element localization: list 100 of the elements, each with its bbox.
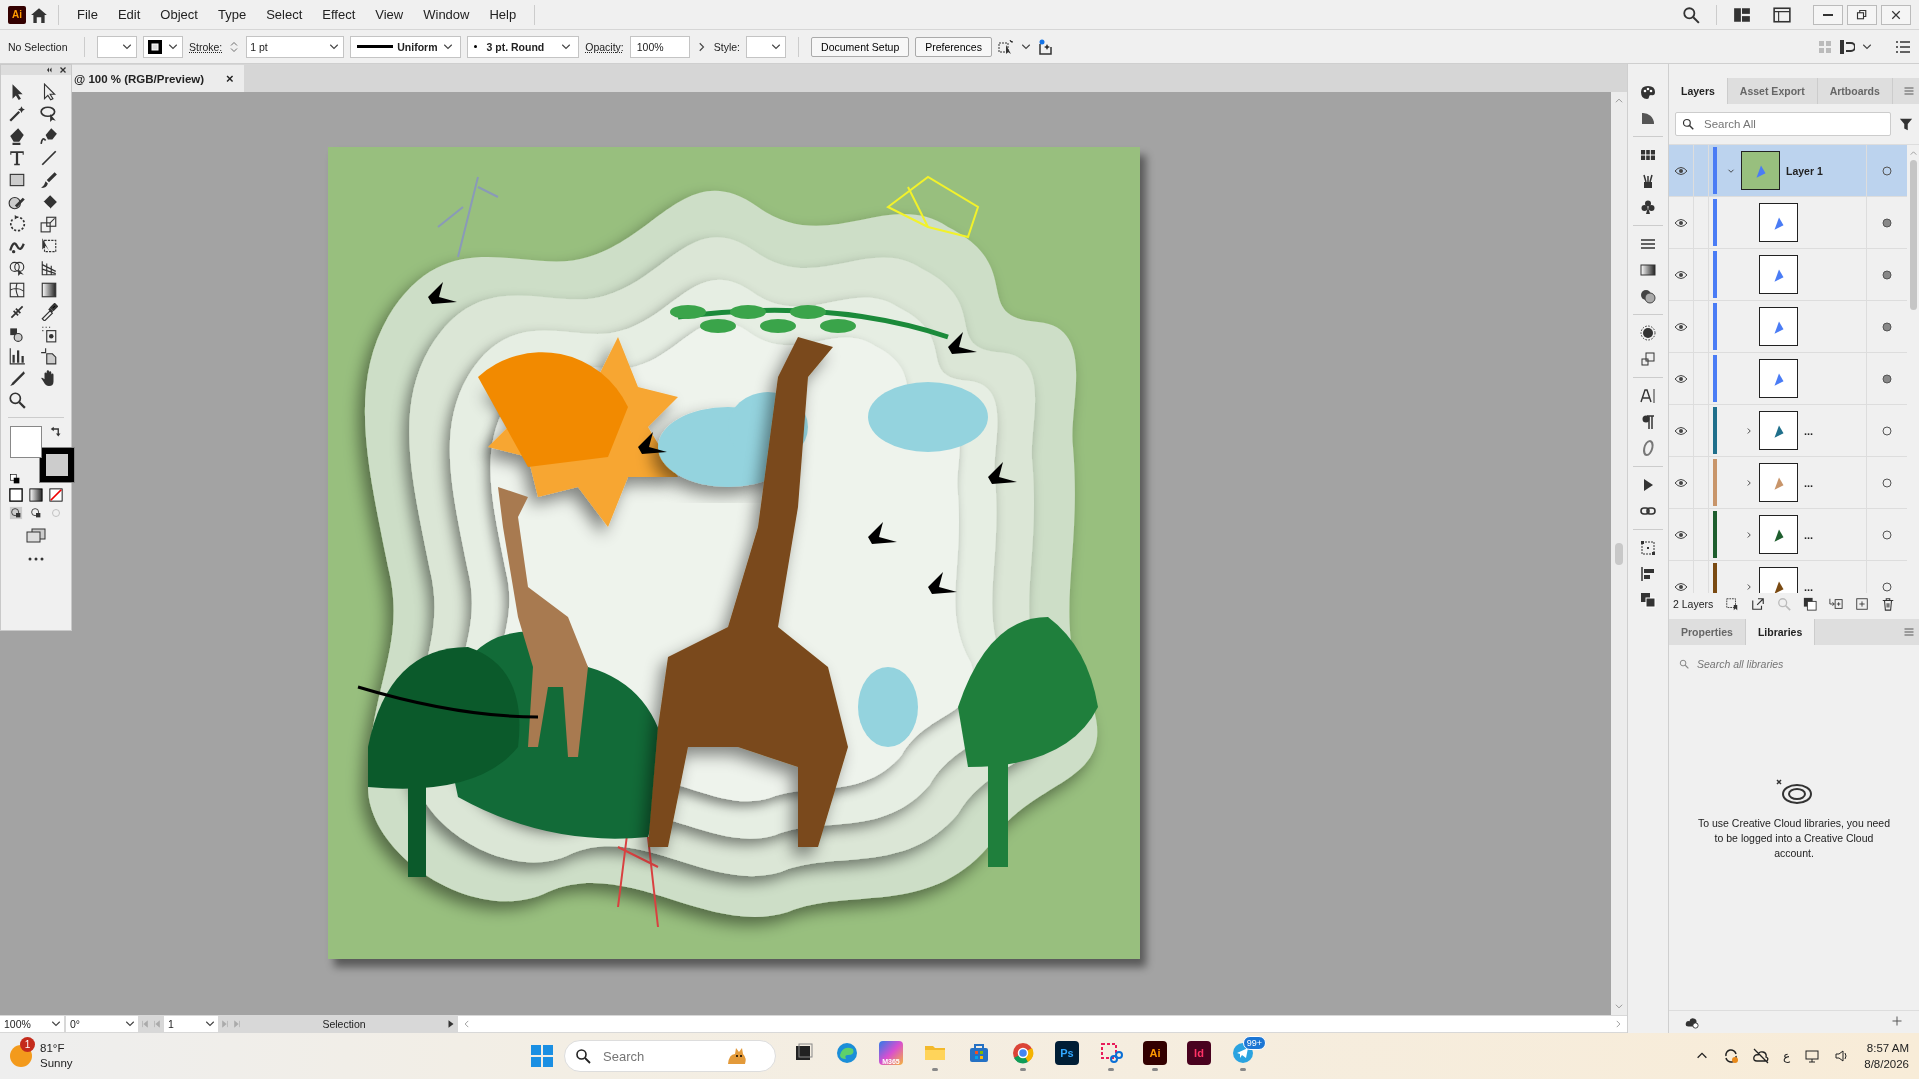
draw-behind-icon[interactable]	[29, 506, 43, 520]
target-circle-icon[interactable]	[1882, 581, 1892, 592]
opacity-field[interactable]: 100%	[629, 35, 690, 58]
scissors-icon[interactable]	[1099, 1041, 1123, 1065]
screen-mode-icon[interactable]	[26, 528, 46, 543]
play-icon[interactable]	[446, 1019, 456, 1029]
panel-tab[interactable]: Layers	[1669, 78, 1728, 104]
illustrator-app-icon[interactable]: Ai	[1143, 1041, 1167, 1065]
panel-tab[interactable]: Properties	[1669, 619, 1746, 645]
visibility-eye-icon[interactable]	[1674, 321, 1688, 332]
lasso-icon[interactable]	[40, 105, 58, 123]
brushes-icon[interactable]	[1640, 173, 1656, 189]
collect-export-icon[interactable]	[1725, 597, 1740, 611]
column-graph-icon[interactable]	[8, 347, 26, 365]
gradient-mode-icon[interactable]	[29, 488, 43, 502]
target-circle-icon[interactable]	[1882, 269, 1892, 280]
fill-color-dropdown[interactable]	[97, 35, 137, 58]
target-circle-icon[interactable]	[1882, 217, 1892, 228]
photoshop-app-icon[interactable]: Ps	[1055, 1041, 1079, 1065]
menu-item[interactable]: Effect	[314, 3, 364, 26]
layer-row[interactable]: Layer 1	[1669, 145, 1907, 197]
knife-tool-icon[interactable]	[8, 369, 26, 387]
opentype-icon[interactable]	[1640, 440, 1656, 456]
clock-date[interactable]: 8/8/2026	[1864, 1056, 1909, 1073]
chrome-ball-icon[interactable]	[1011, 1041, 1035, 1065]
layer-row[interactable]	[1669, 301, 1907, 353]
color-mode-icon[interactable]	[9, 488, 23, 502]
stroke-lines-icon[interactable]	[1640, 236, 1656, 252]
more-tools-icon[interactable]	[28, 557, 44, 561]
visibility-eye-icon[interactable]	[1674, 477, 1688, 488]
visibility-eye-icon[interactable]	[1674, 581, 1688, 592]
width-tool-icon[interactable]	[8, 303, 26, 321]
fill-swatch[interactable]	[10, 426, 42, 458]
appearance-icon[interactable]	[1640, 325, 1656, 341]
stroke-swatch-icon[interactable]	[147, 38, 163, 55]
sync-icon[interactable]	[1723, 1048, 1740, 1064]
workspace-layout-icon[interactable]	[1733, 5, 1751, 24]
symbol-sprayer-icon[interactable]	[8, 325, 26, 343]
color-palette-icon[interactable]	[1640, 84, 1656, 100]
menu-item[interactable]: Select	[258, 3, 311, 26]
new-sublayer-icon[interactable]	[1829, 597, 1844, 611]
menu-item[interactable]: Help	[481, 3, 525, 26]
close-icon[interactable]	[59, 66, 67, 74]
isolate-selection-icon[interactable]	[997, 38, 1014, 55]
document-tab[interactable]: @ 100 % (RGB/Preview) ×	[72, 65, 244, 92]
restore-button[interactable]	[1847, 4, 1877, 25]
rectangle-tool-icon[interactable]	[8, 171, 26, 189]
stroke-weight-field[interactable]: 1 pt	[246, 35, 345, 58]
visibility-eye-icon[interactable]	[1674, 373, 1688, 384]
close-button[interactable]	[1881, 4, 1911, 25]
none-mode-icon[interactable]	[49, 488, 63, 502]
browser-wave-icon[interactable]	[835, 1041, 859, 1065]
swatches-icon[interactable]	[1640, 147, 1656, 163]
curvature-tool-icon[interactable]	[40, 127, 58, 145]
visibility-eye-icon[interactable]	[1674, 269, 1688, 280]
window-arrange-icon[interactable]	[1773, 5, 1791, 24]
paragraph-icon[interactable]	[1640, 414, 1656, 430]
indesign-app-icon[interactable]: Id	[1187, 1041, 1211, 1065]
free-transform-icon[interactable]	[40, 237, 58, 255]
recolor-artwork-icon[interactable]	[1037, 38, 1054, 55]
input-language-indicator[interactable]: ع	[1783, 1049, 1791, 1063]
bulleted-list-icon[interactable]	[1895, 38, 1911, 55]
layer-row[interactable]	[1669, 249, 1907, 301]
eraser-icon[interactable]	[40, 193, 58, 211]
windows-start-icon[interactable]	[530, 1044, 554, 1068]
menu-item[interactable]: Object	[152, 3, 206, 26]
live-paint-bucket-icon[interactable]	[40, 325, 58, 343]
target-circle-icon[interactable]	[1882, 529, 1892, 540]
taskbar-search-box[interactable]: Search	[564, 1040, 776, 1072]
target-circle-icon[interactable]	[1882, 321, 1892, 332]
stroke-swatch[interactable]	[40, 448, 74, 482]
creative-cloud-offline-icon[interactable]	[1775, 776, 1813, 805]
visibility-eye-icon[interactable]	[1674, 529, 1688, 540]
pathfinder-icon[interactable]	[1640, 592, 1656, 608]
layer-row[interactable]	[1669, 197, 1907, 249]
line-tool-icon[interactable]	[40, 149, 58, 167]
layer-row[interactable]: ...	[1669, 457, 1907, 509]
current-tool-status[interactable]: Selection	[244, 1018, 444, 1030]
network-icon[interactable]	[1804, 1048, 1821, 1064]
visibility-eye-icon[interactable]	[1674, 217, 1688, 228]
clipping-mask-icon[interactable]	[1803, 597, 1818, 611]
opacity-label[interactable]: Opacity:	[585, 40, 624, 53]
pen-tool-icon[interactable]	[8, 127, 26, 145]
eyedropper-icon[interactable]	[40, 303, 58, 321]
cloud-off-icon[interactable]	[1753, 1048, 1770, 1064]
default-colors-icon[interactable]	[10, 474, 20, 484]
layer-row[interactable]	[1669, 353, 1907, 405]
shape-builder-icon[interactable]	[8, 259, 26, 277]
layer-row[interactable]: ...	[1669, 405, 1907, 457]
store-bag-icon[interactable]	[967, 1041, 991, 1065]
swap-arrow-icon[interactable]	[50, 426, 62, 438]
mesh-tool-icon[interactable]	[8, 281, 26, 299]
snap-magnet-icon[interactable]	[1839, 38, 1855, 55]
zoom-dropdown[interactable]: 100%	[0, 1016, 64, 1032]
add-icon[interactable]	[1891, 1015, 1903, 1027]
brush-definition-dropdown[interactable]: 3 pt. Round	[466, 35, 580, 58]
visibility-eye-icon[interactable]	[1674, 425, 1688, 436]
character-icon[interactable]	[1640, 388, 1656, 404]
layer-name[interactable]: Layer 1	[1786, 164, 1823, 177]
target-circle-icon[interactable]	[1882, 425, 1892, 436]
